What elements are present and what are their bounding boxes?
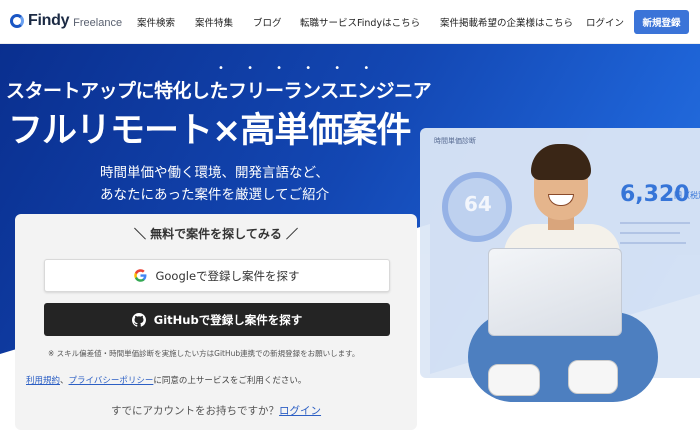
person-hair [531, 144, 591, 180]
hero-headline: フルリモート×高単価案件 [8, 111, 411, 151]
github-signup-button[interactable]: GitHubで登録し案件を探す [44, 303, 390, 336]
hero-subtext-2: あなたにあった案件を厳選してご紹介 [100, 187, 330, 203]
signup-card: ＼ 無料で案件を探してみる ／ Googleで登録し案件を探す GitHubで登… [15, 214, 417, 430]
privacy-policy-link[interactable]: プライバシーポリシー [69, 376, 154, 386]
hero-tagline: スタートアップに特化したフリーランスエンジニア [6, 80, 432, 102]
findy-logo[interactable]: Findy Freelance [10, 12, 122, 30]
nav-blog[interactable]: ブログ [253, 15, 282, 29]
dashboard-unit: 円（税別） [674, 191, 700, 200]
logo-text: Findy [28, 12, 70, 29]
nav-for-companies[interactable]: 案件掲載希望の企業様はこちら [440, 15, 573, 29]
github-icon [131, 312, 146, 327]
person-shoe [488, 364, 540, 396]
github-note: ※ スキル偏差値・時間単価診断を実施したい方はGitHub連携での新規登録をお願… [48, 349, 360, 358]
decorative-dots: • • • • • • [218, 63, 380, 74]
login-prompt-text: すでにアカウントをお持ちですか？ [110, 405, 280, 417]
top-header: Findy Freelance 案件検索 案件特集 ブログ 転職サービスFind… [0, 0, 700, 44]
laptop-image [488, 248, 622, 336]
login-link[interactable]: ログイン [279, 405, 321, 417]
login-prompt: すでにアカウントをお持ちですか？ログイン [15, 403, 417, 418]
signup-button[interactable]: 新規登録 [634, 10, 689, 34]
terms-suffix: に同意の上サービスをご利用ください。 [153, 376, 307, 386]
nav-job-search[interactable]: 案件検索 [137, 15, 175, 29]
nav-job-features[interactable]: 案件特集 [195, 15, 233, 29]
google-icon [134, 269, 147, 282]
person-shoe [568, 360, 618, 394]
google-button-label: Googleで登録し案件を探す [155, 268, 300, 283]
card-title: ＼ 無料で案件を探してみる ／ [134, 227, 298, 241]
terms-link[interactable]: 利用規約 [26, 376, 60, 386]
nav-login[interactable]: ログイン [586, 15, 624, 29]
nav-career-service[interactable]: 転職サービスFindyはこちら [300, 15, 420, 29]
google-signup-button[interactable]: Googleで登録し案件を探す [44, 259, 390, 292]
logo-mark-icon [10, 14, 24, 28]
github-button-label: GitHubで登録し案件を探す [153, 312, 303, 327]
hero-person-image [468, 144, 658, 442]
logo-sub: Freelance [73, 16, 123, 29]
terms-text: 利用規約、プライバシーポリシーに同意の上サービスをご利用ください。 [26, 374, 306, 386]
hero-subtext-1: 時間単価や働く環境、開発言語など、 [100, 165, 329, 181]
terms-separator: 、 [60, 376, 69, 386]
